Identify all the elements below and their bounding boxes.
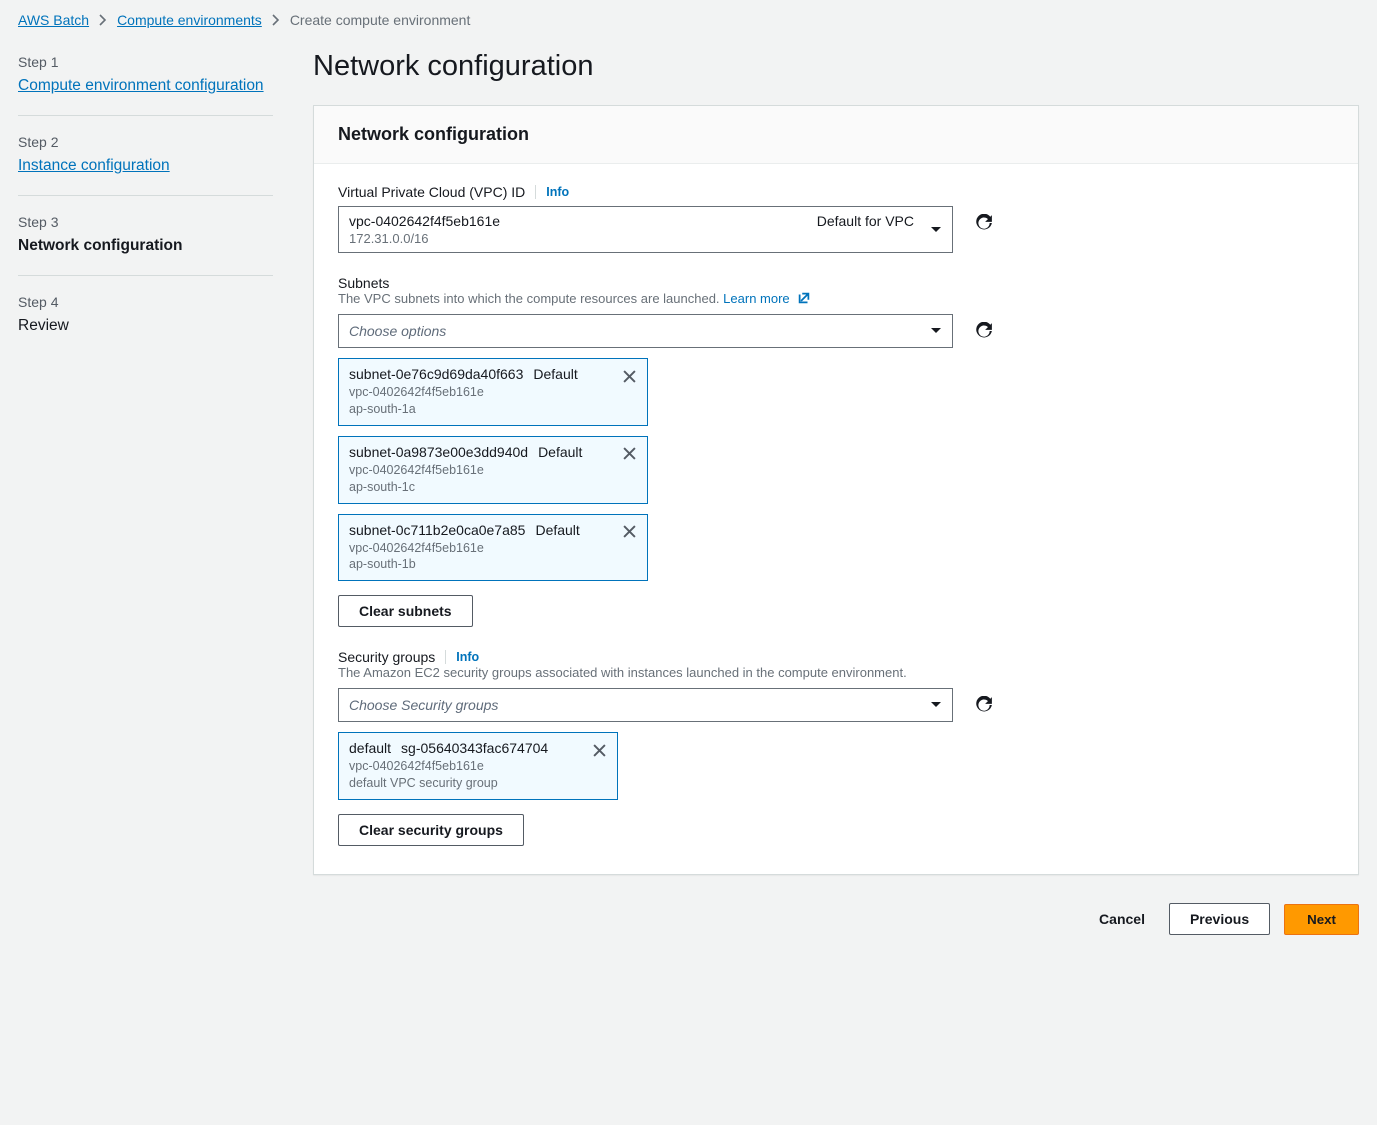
vpc-info-link[interactable]: Info: [546, 185, 569, 199]
chevron-right-icon: [272, 14, 280, 26]
panel-header: Network configuration: [314, 106, 1358, 164]
vpc-cidr: 172.31.0.0/16: [349, 231, 920, 246]
subnet-vpc: vpc-0402642f4f5eb161e: [349, 540, 611, 557]
close-icon: [623, 525, 636, 538]
subnet-tag: Default: [535, 522, 579, 538]
caret-down-icon: [930, 226, 942, 234]
divider: [445, 650, 446, 664]
security-groups-placeholder: Choose Security groups: [349, 697, 498, 713]
security-group-token: default sg-05640343fac674704 vpc-0402642f…: [338, 732, 618, 800]
subnets-select[interactable]: Choose options: [338, 314, 953, 348]
refresh-icon: [975, 214, 993, 232]
chevron-right-icon: [99, 14, 107, 26]
subnet-vpc: vpc-0402642f4f5eb161e: [349, 384, 611, 401]
subnet-id: subnet-0e76c9d69da40f663: [349, 366, 523, 382]
subnets-field: Subnets The VPC subnets into which the c…: [338, 275, 1334, 627]
step-link-compute-environment-configuration[interactable]: Compute environment configuration: [18, 76, 264, 97]
vpc-refresh-button[interactable]: [967, 206, 1001, 240]
subnet-az: ap-south-1a: [349, 401, 611, 418]
subnet-id: subnet-0c711b2e0ca0e7a85: [349, 522, 525, 538]
subnet-vpc: vpc-0402642f4f5eb161e: [349, 462, 611, 479]
caret-down-icon: [930, 327, 942, 335]
sg-desc: default VPC security group: [349, 775, 581, 792]
subnets-placeholder: Choose options: [349, 323, 446, 339]
sg-remove-button[interactable]: [589, 740, 609, 760]
step-title-current: Network configuration: [18, 236, 273, 257]
vpc-field: Virtual Private Cloud (VPC) ID Info vpc-…: [338, 184, 1334, 253]
page-title: Network configuration: [313, 50, 1359, 83]
vpc-name: Default for VPC: [817, 213, 920, 229]
subnet-tag: Default: [533, 366, 577, 382]
caret-down-icon: [930, 701, 942, 709]
security-groups-desc: The Amazon EC2 security groups associate…: [338, 665, 1334, 680]
wizard-steps: Step 1 Compute environment configuration…: [18, 50, 273, 935]
subnet-tokens: subnet-0e76c9d69da40f663 Default vpc-0402…: [338, 358, 1334, 581]
clear-subnets-button[interactable]: Clear subnets: [338, 595, 473, 627]
step-label: Step 4: [18, 294, 273, 310]
subnet-id: subnet-0a9873e00e3dd940d: [349, 444, 528, 460]
subnet-tag: Default: [538, 444, 582, 460]
subnet-az: ap-south-1c: [349, 479, 611, 496]
breadcrumb: AWS Batch Compute environments Create co…: [18, 12, 1359, 28]
main-content: Network configuration Network configurat…: [313, 50, 1359, 935]
subnets-refresh-button[interactable]: [967, 314, 1001, 348]
network-configuration-panel: Network configuration Virtual Private Cl…: [313, 105, 1359, 875]
cancel-button[interactable]: Cancel: [1089, 903, 1155, 935]
step-link-instance-configuration[interactable]: Instance configuration: [18, 156, 170, 177]
subnet-token: subnet-0a9873e00e3dd940d Default vpc-0402…: [338, 436, 648, 504]
refresh-icon: [975, 322, 993, 340]
step-label: Step 3: [18, 214, 273, 230]
wizard-step-2: Step 2 Instance configuration: [18, 134, 273, 196]
subnet-remove-button[interactable]: [619, 444, 639, 464]
clear-security-groups-button[interactable]: Clear security groups: [338, 814, 524, 846]
sg-vpc: vpc-0402642f4f5eb161e: [349, 758, 581, 775]
subnet-remove-button[interactable]: [619, 522, 639, 542]
subnets-label: Subnets: [338, 275, 389, 291]
vpc-label: Virtual Private Cloud (VPC) ID: [338, 184, 525, 200]
subnets-learn-more-link[interactable]: Learn more: [723, 291, 811, 306]
security-group-tokens: default sg-05640343fac674704 vpc-0402642f…: [338, 732, 1334, 800]
close-icon: [623, 370, 636, 383]
close-icon: [593, 744, 606, 757]
subnet-az: ap-south-1b: [349, 556, 611, 573]
security-groups-field: Security groups Info The Amazon EC2 secu…: [338, 649, 1334, 846]
security-groups-info-link[interactable]: Info: [456, 650, 479, 664]
divider: [535, 185, 536, 199]
refresh-icon: [975, 696, 993, 714]
next-button[interactable]: Next: [1284, 904, 1359, 935]
subnet-token: subnet-0c711b2e0ca0e7a85 Default vpc-0402…: [338, 514, 648, 582]
security-groups-label: Security groups: [338, 649, 435, 665]
vpc-value: vpc-0402642f4f5eb161e: [349, 213, 500, 229]
step-label: Step 2: [18, 134, 273, 150]
security-groups-refresh-button[interactable]: [967, 688, 1001, 722]
vpc-select[interactable]: vpc-0402642f4f5eb161e Default for VPC 17…: [338, 206, 953, 253]
wizard-footer: Cancel Previous Next: [313, 903, 1359, 935]
breadcrumb-current: Create compute environment: [290, 12, 471, 28]
sg-name: default: [349, 740, 391, 756]
sg-id: sg-05640343fac674704: [401, 740, 548, 756]
breadcrumb-link-compute-environments[interactable]: Compute environments: [117, 12, 262, 28]
external-link-icon: [797, 291, 811, 305]
step-title: Review: [18, 316, 273, 337]
wizard-step-1: Step 1 Compute environment configuration: [18, 54, 273, 116]
security-groups-select[interactable]: Choose Security groups: [338, 688, 953, 722]
breadcrumb-link-aws-batch[interactable]: AWS Batch: [18, 12, 89, 28]
subnet-remove-button[interactable]: [619, 366, 639, 386]
subnet-token: subnet-0e76c9d69da40f663 Default vpc-0402…: [338, 358, 648, 426]
wizard-step-4: Step 4 Review: [18, 294, 273, 355]
learn-more-text: Learn more: [723, 291, 789, 306]
previous-button[interactable]: Previous: [1169, 903, 1270, 935]
close-icon: [623, 447, 636, 460]
subnets-desc: The VPC subnets into which the compute r…: [338, 291, 720, 306]
step-label: Step 1: [18, 54, 273, 70]
wizard-step-3: Step 3 Network configuration: [18, 214, 273, 276]
